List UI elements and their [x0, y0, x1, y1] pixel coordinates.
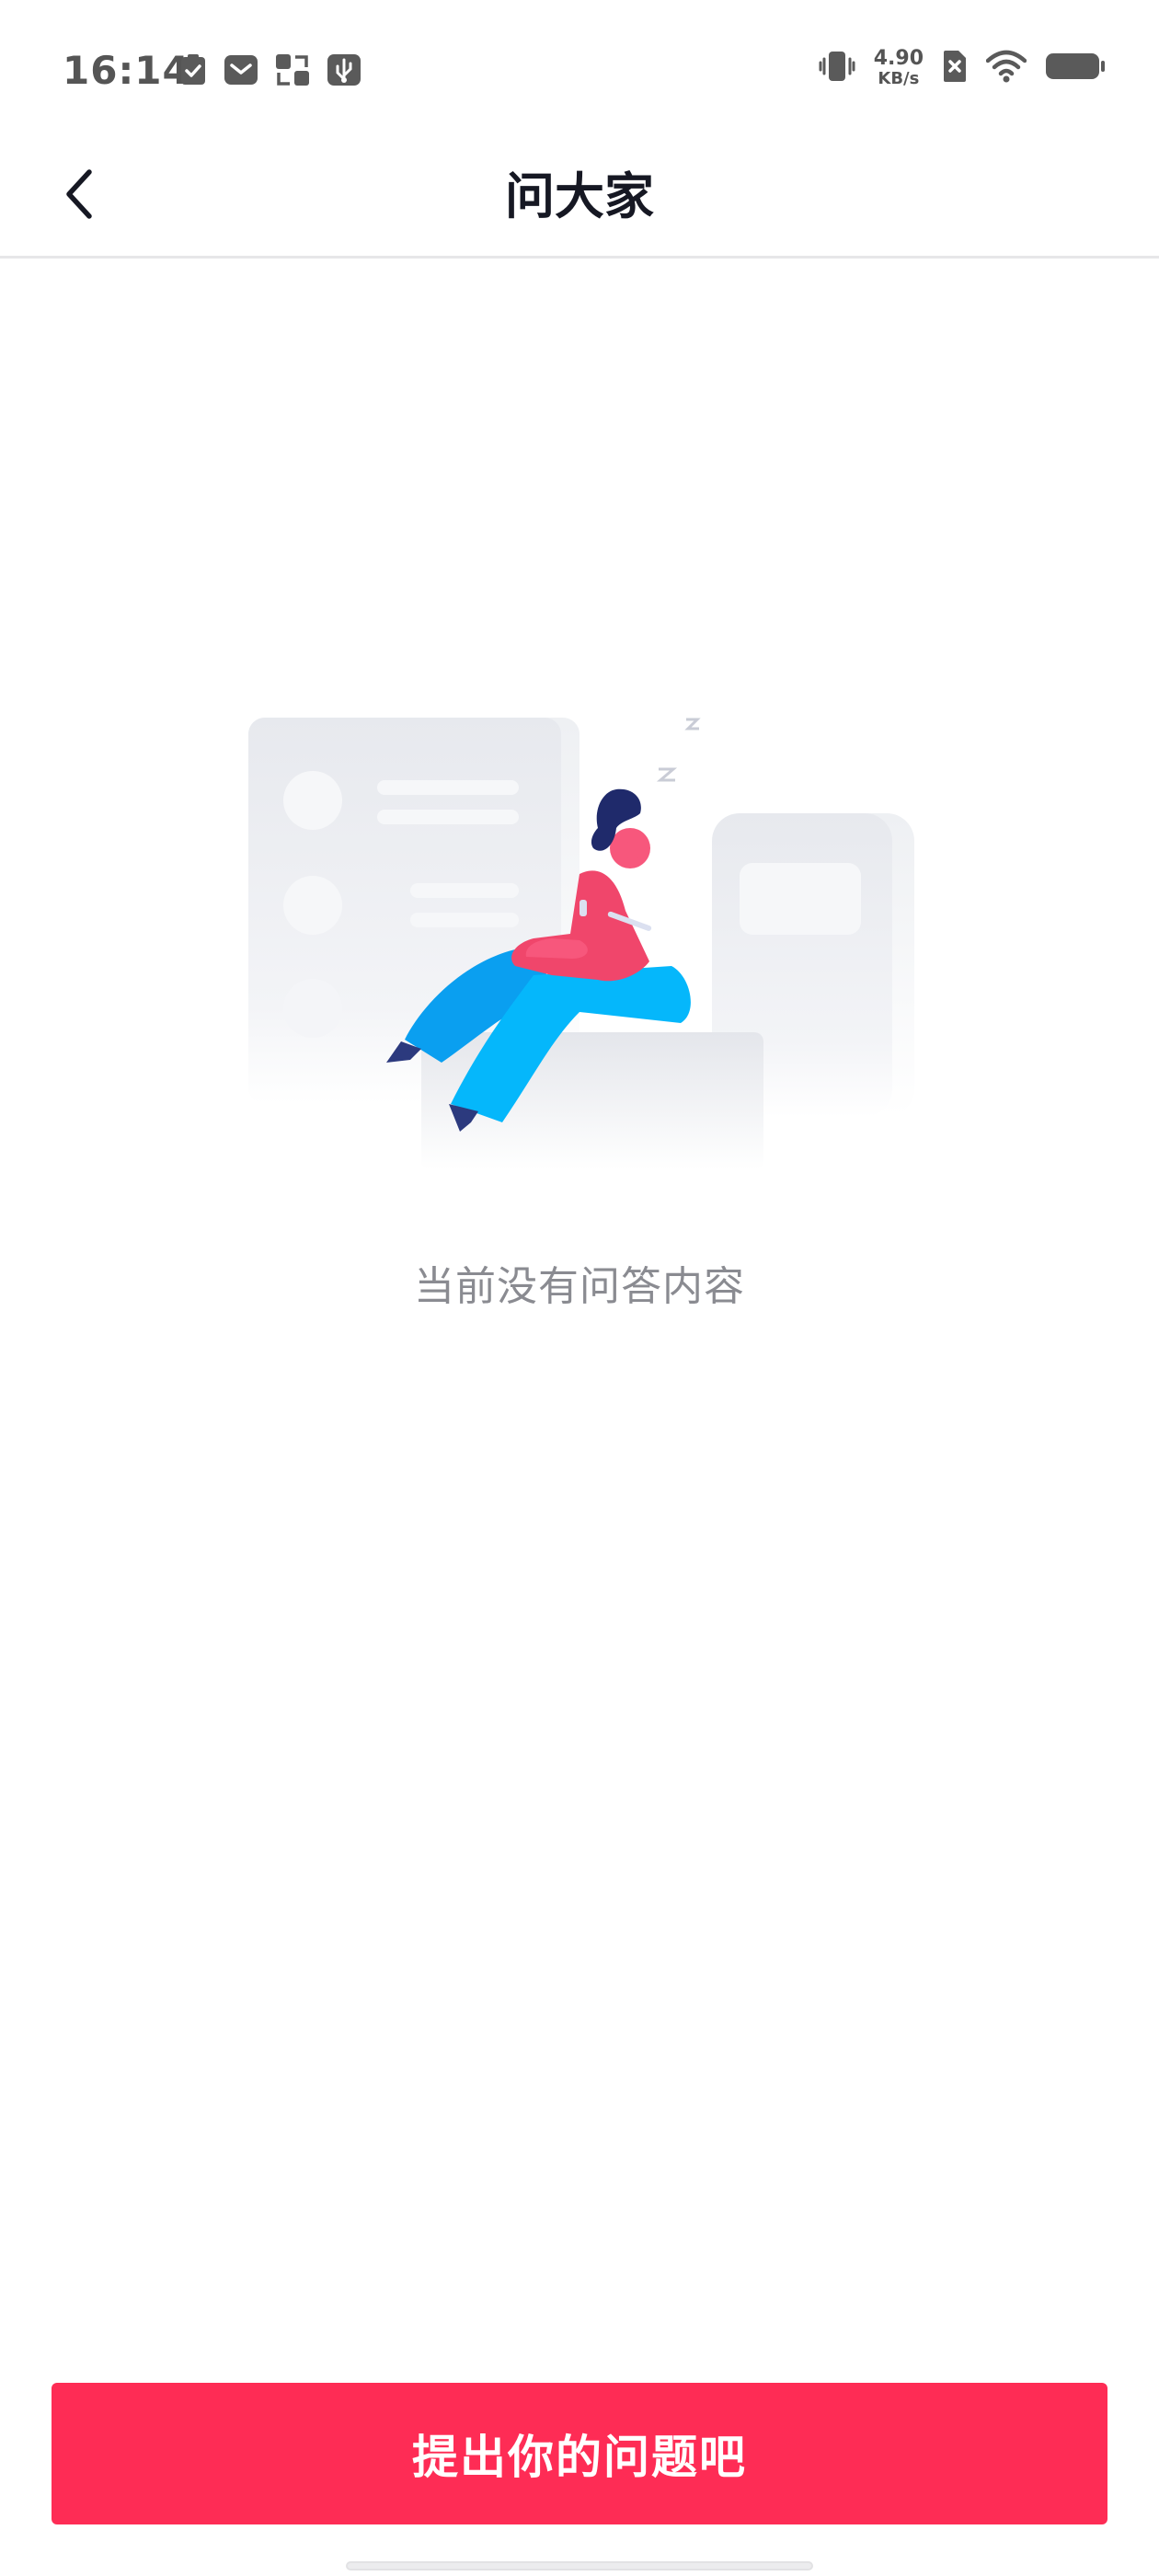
mail-icon — [224, 53, 258, 90]
page-title: 问大家 — [505, 167, 654, 225]
net-speed-unit: KB/s — [878, 69, 920, 88]
wifi-icon — [985, 50, 1027, 86]
task-check-icon — [179, 53, 207, 90]
status-right-icons: 4.90 KB/s — [819, 48, 1106, 88]
usb-debug-icon — [327, 53, 361, 90]
ask-question-button[interactable]: 提出你的问题吧 — [52, 2383, 1107, 2524]
battery-icon — [1045, 50, 1106, 86]
sim-none-icon — [942, 49, 968, 87]
app-switch-icon — [275, 53, 310, 90]
nav-bar: 问大家 — [0, 138, 1159, 259]
empty-message: 当前没有问答内容 — [414, 1263, 745, 1310]
vibrate-icon — [819, 48, 855, 88]
status-left-icons — [179, 53, 361, 90]
empty-state-illustration — [230, 699, 929, 1178]
home-indicator[interactable] — [346, 2561, 813, 2570]
net-speed: 4.90 KB/s — [874, 49, 924, 87]
status-bar: 16:14 4.90 KB/s — [0, 0, 1159, 138]
status-time: 16:14 — [63, 48, 190, 93]
net-speed-value: 4.90 — [873, 47, 924, 70]
